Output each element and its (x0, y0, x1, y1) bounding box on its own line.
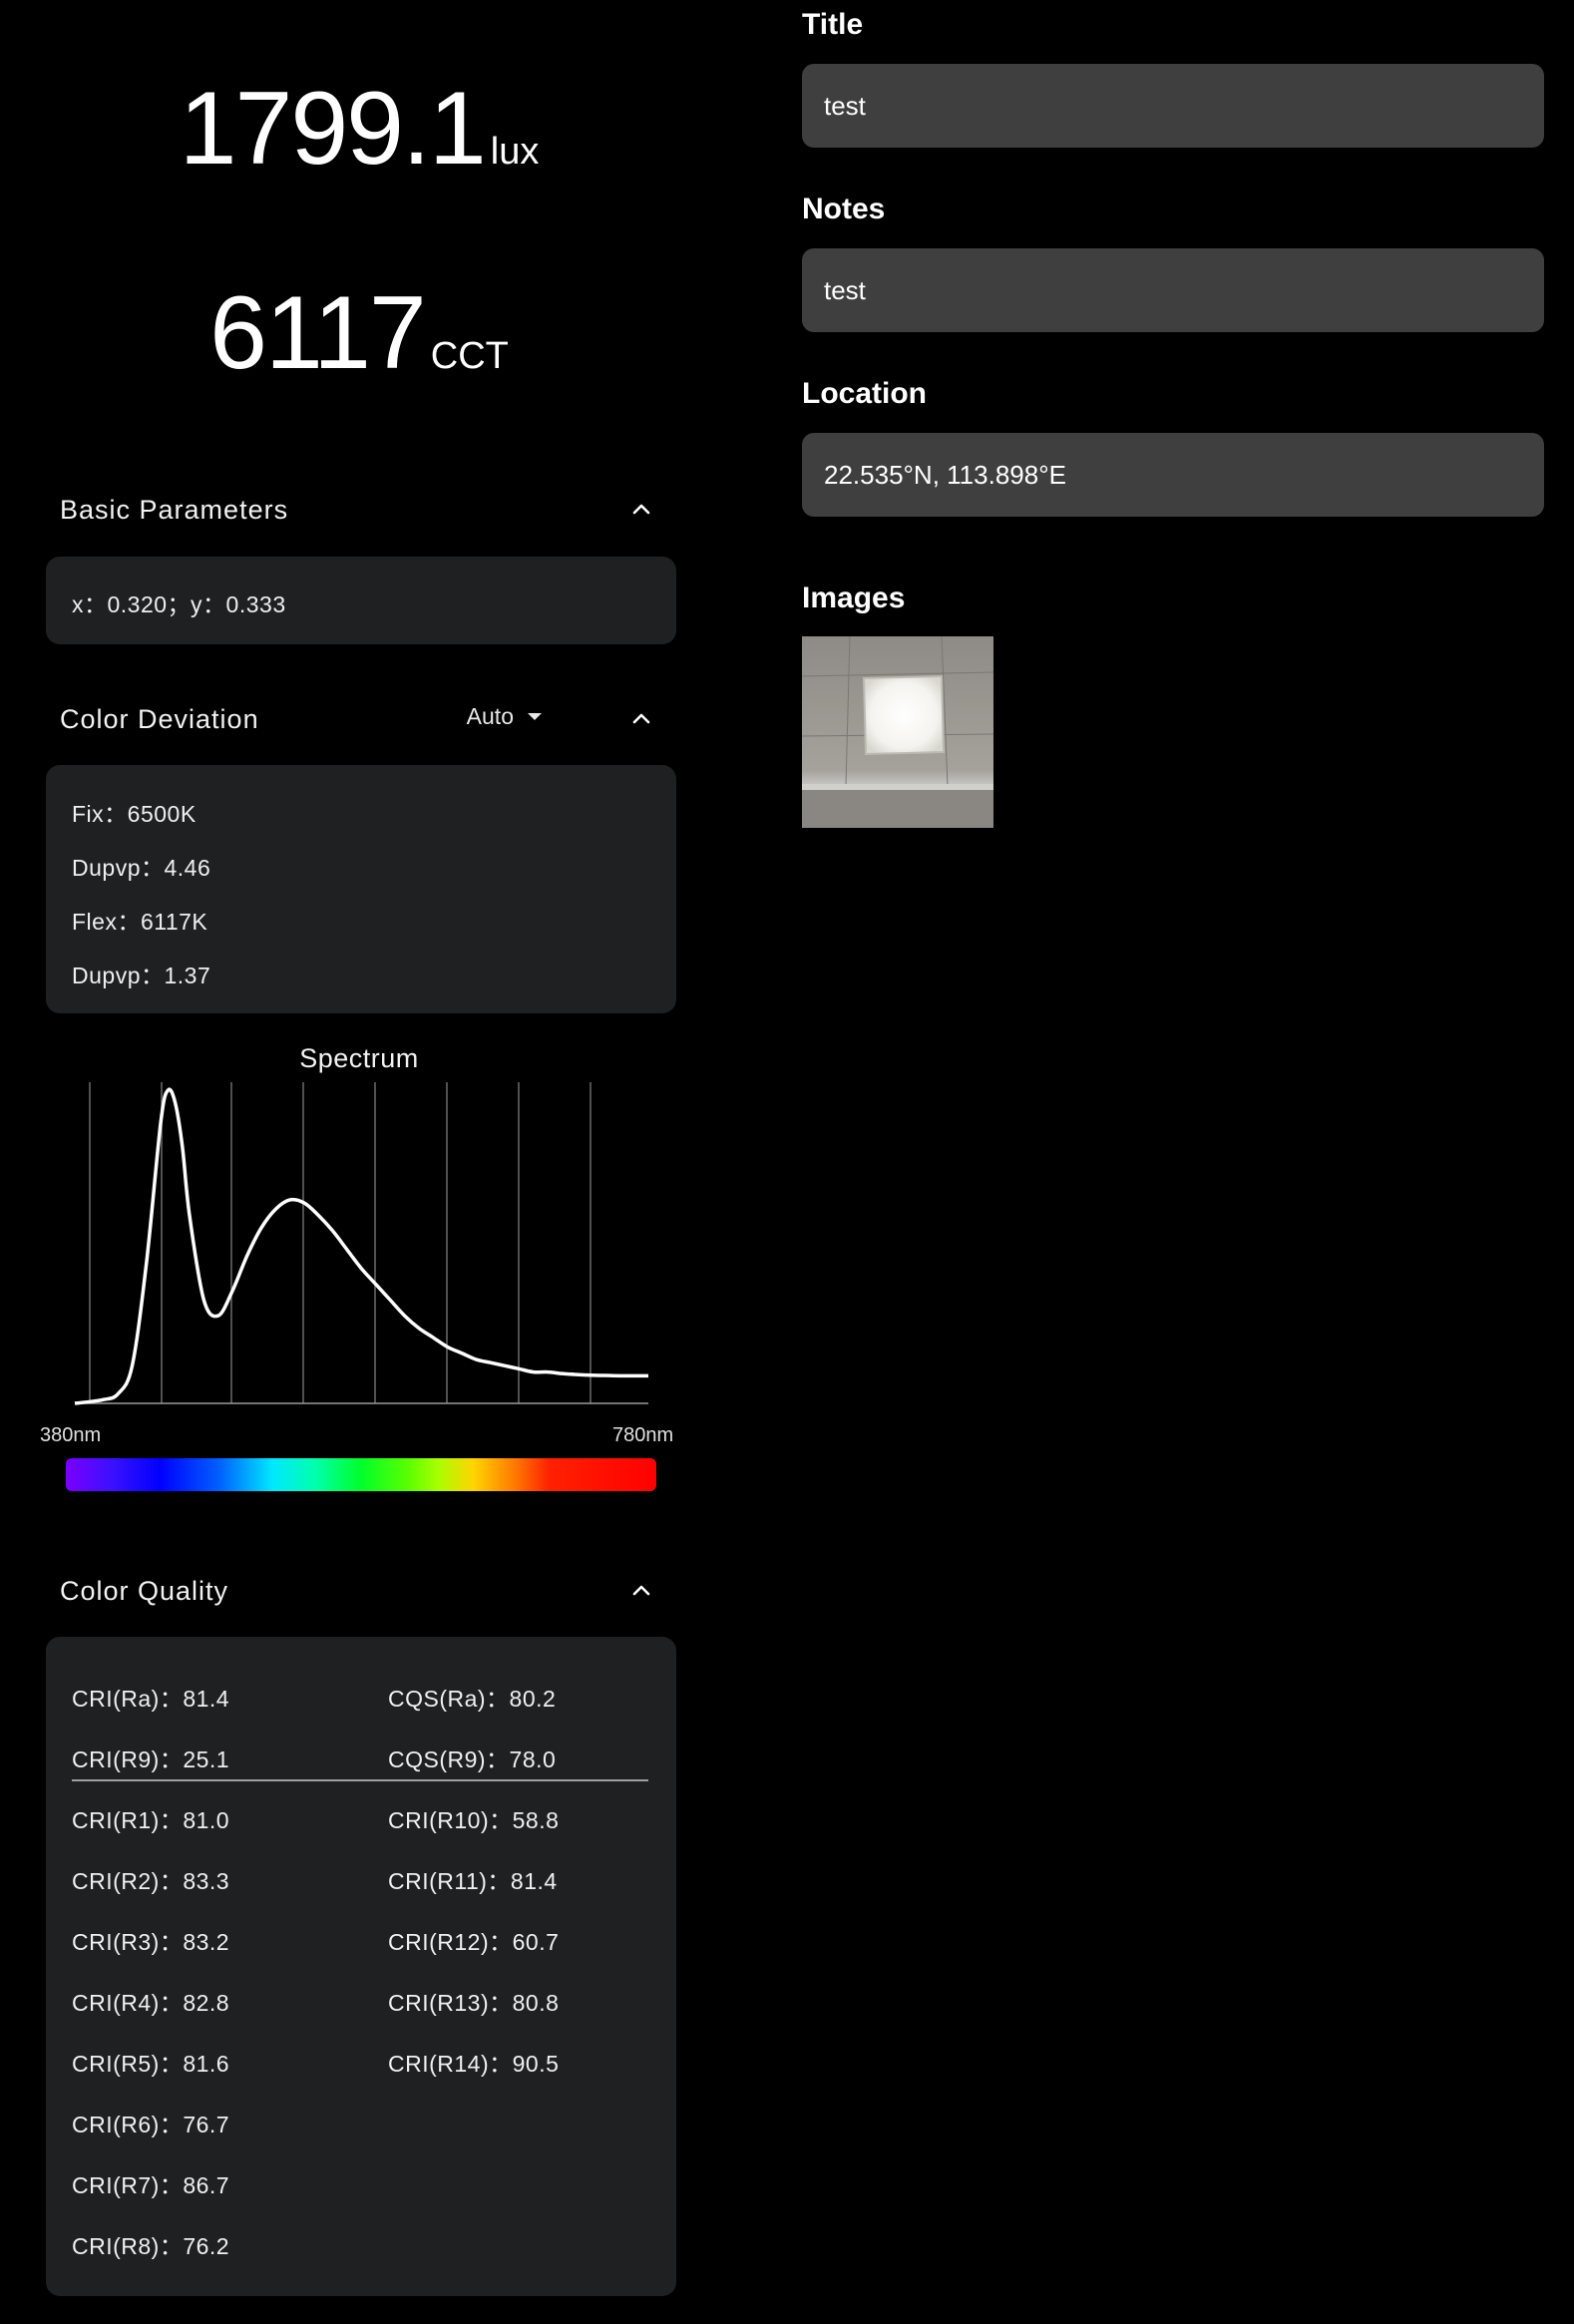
lux-value: 1799.1 (179, 71, 487, 187)
cct-reading: 6117 CCT (0, 274, 718, 393)
color-quality-value: CRI(R14)：90.5 (388, 2051, 560, 2077)
color-quality-value: CRI(R5)：81.6 (72, 2051, 230, 2077)
spectrum-start-label: 380nm (40, 1424, 102, 1446)
color-quality-value: CRI(R6)：76.7 (72, 2112, 230, 2137)
color-quality-value: CRI(R10)：58.8 (388, 1807, 560, 1833)
chromaticity-xy: x：0.320；y：0.333 (72, 591, 286, 617)
color-quality-value: CRI(R9)：25.1 (72, 1746, 230, 1772)
color-deviation-title: Color Deviation (60, 703, 259, 734)
spectrum-color-bar (66, 1458, 656, 1491)
color-quality-header[interactable]: Color Quality (60, 1571, 653, 1611)
color-quality-value: CRI(R2)：83.3 (72, 1868, 230, 1894)
divider (72, 1779, 648, 1781)
color-quality-value: CRI(R3)：83.2 (72, 1929, 230, 1955)
caret-down-icon (528, 713, 542, 720)
deviation-dupvp-flex: Dupvp：1.37 (72, 963, 211, 988)
deviation-dupvp-fix: Dupvp：4.46 (72, 855, 211, 881)
lux-reading: 1799.1 lux (0, 70, 718, 189)
basic-parameters-title: Basic Parameters (60, 494, 289, 525)
title-label: Title (802, 8, 864, 41)
image-thumbnail[interactable] (802, 636, 993, 828)
spectrum-chart (74, 1082, 648, 1405)
color-quality-value: CRI(R7)：86.7 (72, 2172, 230, 2198)
spectrum-end-label: 780nm (612, 1424, 674, 1446)
location-label: Location (802, 377, 927, 410)
color-quality-value: CRI(R11)：81.4 (388, 1868, 558, 1894)
basic-parameters-card: x：0.320；y：0.333 (46, 557, 676, 644)
deviation-mode-value: Auto (466, 703, 514, 729)
cct-value: 6117 (209, 275, 427, 391)
chevron-up-icon[interactable] (629, 1579, 653, 1603)
deviation-mode-dropdown[interactable]: Auto (467, 703, 542, 730)
color-quality-value: CRI(R8)：76.2 (72, 2233, 230, 2259)
spectrum-title: Spectrum (299, 1043, 419, 1073)
color-quality-card: CRI(Ra)：81.4 CRI(R9)：25.1 CQS(Ra)：80.2 CQS(… (46, 1637, 676, 2296)
chevron-up-icon[interactable] (629, 498, 653, 522)
title-input[interactable]: test (802, 64, 1544, 148)
chevron-up-icon[interactable] (629, 707, 653, 731)
images-label: Images (802, 581, 906, 614)
deviation-flex: Flex：6117K (72, 909, 208, 935)
notes-input[interactable]: test (802, 248, 1544, 332)
color-quality-value: CQS(R9)：78.0 (388, 1746, 557, 1772)
location-input[interactable]: 22.535°N, 113.898°E (802, 433, 1544, 517)
lux-unit: lux (490, 131, 540, 173)
color-quality-value: CRI(R1)：81.0 (72, 1807, 230, 1833)
color-quality-value: CRI(R12)：60.7 (388, 1929, 560, 1955)
ceiling-light-photo (802, 636, 993, 828)
color-quality-value: CRI(Ra)：81.4 (72, 1686, 230, 1712)
color-quality-value: CQS(Ra)：80.2 (388, 1686, 557, 1712)
color-deviation-header: Color Deviation Auto (60, 699, 653, 739)
color-quality-value: CRI(R4)：82.8 (72, 1990, 230, 2016)
deviation-fix: Fix：6500K (72, 801, 197, 827)
color-deviation-card: Fix：6500K Dupvp：4.46 Flex：6117K Dupvp：1.… (46, 765, 676, 1013)
notes-label: Notes (802, 193, 886, 225)
cct-unit: CCT (430, 335, 509, 377)
basic-parameters-header[interactable]: Basic Parameters (60, 490, 653, 530)
color-quality-value: CRI(R13)：80.8 (388, 1990, 560, 2016)
color-quality-title: Color Quality (60, 1575, 229, 1606)
measurement-panel: 1799.1 lux 6117 CCT Basic Parameters x：0.3… (0, 0, 718, 2324)
